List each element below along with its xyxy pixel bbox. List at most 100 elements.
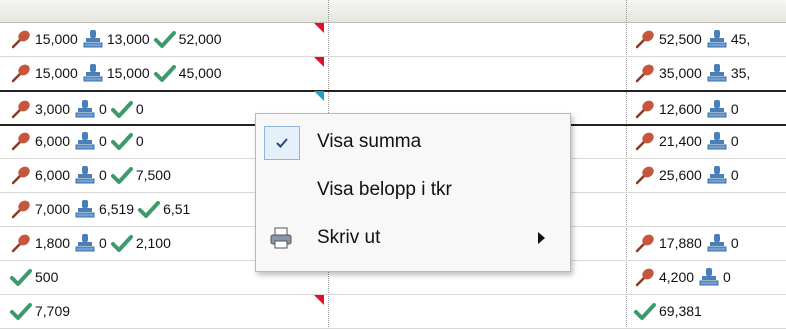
cell-value: 35,	[730, 65, 751, 81]
grid-cell[interactable]: 3,000 0 0	[10, 92, 148, 126]
cell-value: 21,400	[659, 133, 702, 149]
pin-icon	[634, 98, 656, 120]
cell-value: 2,100	[135, 235, 171, 251]
cell-value: 6,51	[163, 201, 191, 217]
pin-icon	[10, 130, 32, 152]
pin-icon	[634, 164, 656, 186]
cell-value: 15,000	[35, 31, 78, 47]
pin-icon	[10, 28, 32, 50]
check-icon	[634, 300, 656, 322]
check-icon	[110, 98, 133, 120]
stamp-icon	[74, 164, 96, 186]
pin-icon	[10, 98, 32, 120]
check-icon	[10, 266, 32, 288]
grid-cell[interactable]: 12,600 0	[634, 92, 743, 126]
table-row[interactable]: 15,000 13,000 52,000 52,500 45,	[0, 22, 786, 57]
menu-item-visa-belopp-i-tkr[interactable]: Visa belopp i tkr	[256, 168, 570, 212]
comment-marker[interactable]	[314, 57, 324, 67]
cell-value: 0	[730, 235, 739, 251]
cell-value: 45,000	[178, 65, 222, 81]
comment-marker[interactable]	[314, 91, 324, 101]
cell-value: 15,000	[35, 65, 78, 81]
cell-value: 6,000	[35, 133, 71, 149]
grid-cell[interactable]: 7,709	[10, 294, 74, 328]
menu-item-label: Visa summa	[317, 131, 422, 152]
cell-value: 15,000	[106, 65, 150, 81]
check-icon	[110, 130, 133, 152]
cell-value: 7,500	[135, 167, 171, 183]
stamp-icon	[82, 62, 104, 84]
cell-value: 6,519	[99, 201, 135, 217]
menu-item-label: Skriv ut	[317, 227, 381, 248]
stamp-icon	[74, 198, 96, 220]
stamp-icon	[74, 130, 96, 152]
grid-cell[interactable]: 52,500 45,	[634, 22, 754, 56]
cell-value: 0	[99, 167, 107, 183]
cell-value: 0	[730, 167, 739, 183]
grid-cell[interactable]: 15,000 13,000 52,000	[10, 22, 225, 56]
cell-value: 500	[35, 269, 59, 285]
grid-cell[interactable]: 6,000 0 7,500	[10, 158, 175, 192]
comment-marker[interactable]	[314, 23, 324, 33]
pin-icon	[634, 28, 656, 50]
grid-cell[interactable]: 4,200 0	[634, 260, 735, 294]
checkmark-icon	[264, 126, 300, 160]
stamp-icon	[706, 62, 728, 84]
cell-value: 52,000	[178, 31, 222, 47]
cell-value: 25,600	[659, 167, 702, 183]
table-row[interactable]: 15,000 15,000 45,000 35,000 35,	[0, 56, 786, 91]
cell-value: 7,000	[35, 201, 71, 217]
cell-value: 0	[730, 101, 739, 117]
check-icon	[110, 232, 133, 254]
cell-value: 4,200	[659, 269, 695, 285]
pin-icon	[10, 62, 32, 84]
grid-cell[interactable]: 15,000 15,000 45,000	[10, 56, 225, 90]
stamp-icon	[706, 98, 728, 120]
menu-item-skriv-ut[interactable]: Skriv ut	[256, 216, 570, 260]
grid-cell[interactable]: 21,400 0	[634, 124, 743, 158]
printer-icon	[264, 222, 298, 254]
cell-value: 0	[135, 101, 144, 117]
pin-icon	[10, 164, 32, 186]
pin-icon	[10, 232, 32, 254]
cell-value: 13,000	[106, 31, 150, 47]
stamp-icon	[706, 164, 728, 186]
grid-cell[interactable]: 25,600 0	[634, 158, 743, 192]
grid-cell[interactable]: 17,880 0	[634, 226, 743, 260]
grid-cell[interactable]: 7,000 6,519 6,51	[10, 192, 194, 226]
cell-value: 0	[730, 133, 739, 149]
grid-cell[interactable]: 35,000 35,	[634, 56, 754, 90]
stamp-icon	[706, 28, 728, 50]
menu-item-label: Visa belopp i tkr	[317, 179, 452, 200]
pin-icon	[634, 266, 656, 288]
cell-value: 6,000	[35, 167, 71, 183]
check-icon	[138, 198, 161, 220]
stamp-icon	[74, 98, 96, 120]
cell-value: 3,000	[35, 101, 71, 117]
cell-value: 0	[99, 101, 107, 117]
cell-value: 69,381	[659, 303, 702, 319]
comment-marker[interactable]	[314, 295, 324, 305]
cell-value: 0	[99, 235, 107, 251]
grid-cell[interactable]: 69,381	[634, 294, 706, 328]
check-icon	[153, 28, 176, 50]
table-row[interactable]: 7,709 69,381	[0, 294, 786, 329]
stamp-icon	[698, 266, 720, 288]
check-icon	[10, 300, 32, 322]
cell-value: 0	[135, 133, 144, 149]
grid-cell[interactable]: 500	[10, 260, 62, 294]
stamp-icon	[82, 28, 104, 50]
check-icon	[153, 62, 176, 84]
grid-cell[interactable]: 1,800 0 2,100	[10, 226, 175, 260]
context-menu: Visa summa Visa belopp i tkr Skriv ut	[255, 113, 571, 272]
menu-item-visa-summa[interactable]: Visa summa	[256, 120, 570, 164]
grid-cell[interactable]: 6,000 0 0	[10, 124, 148, 158]
check-icon	[110, 164, 133, 186]
pin-icon	[634, 62, 656, 84]
cell-value: 17,880	[659, 235, 702, 251]
stamp-icon	[706, 130, 728, 152]
pin-icon	[634, 130, 656, 152]
stamp-icon	[706, 232, 728, 254]
grid-header	[0, 0, 786, 23]
cell-value: 7,709	[35, 303, 71, 319]
